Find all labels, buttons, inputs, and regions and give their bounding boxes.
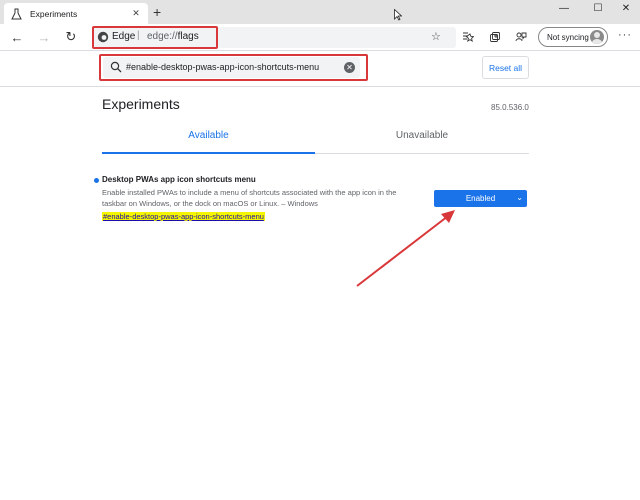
flag-state-value: Enabled: [465, 194, 496, 203]
feedback-icon[interactable]: [514, 30, 528, 44]
favorites-list-icon[interactable]: [461, 30, 475, 44]
more-menu-icon[interactable]: ···: [618, 29, 632, 41]
tab-close-icon[interactable]: ✕: [130, 8, 142, 19]
new-tab-button[interactable]: +: [153, 5, 161, 19]
flag-name: Desktop PWAs app icon shortcuts menu: [102, 175, 256, 184]
sync-label: Not syncing: [547, 32, 589, 42]
version-label: 85.0.536.0: [491, 103, 529, 112]
close-window-button[interactable]: ✕: [611, 3, 640, 14]
flask-icon: [10, 8, 22, 20]
tab-available[interactable]: Available: [102, 130, 315, 154]
reset-all-button[interactable]: Reset all: [482, 56, 529, 79]
back-arrow-icon[interactable]: ←: [8, 28, 26, 46]
flag-state-select[interactable]: Enabled ⌄: [434, 190, 527, 207]
tab-title: Experiments: [30, 8, 78, 19]
mouse-cursor-icon: [394, 9, 402, 21]
sync-button[interactable]: Not syncing: [538, 27, 608, 47]
forward-arrow-icon[interactable]: →: [35, 28, 53, 46]
profile-avatar-icon: [590, 30, 604, 44]
flag-modified-dot: [94, 178, 99, 183]
favorite-star-icon[interactable]: ☆: [431, 30, 441, 43]
collections-icon[interactable]: [488, 30, 502, 44]
search-annotation-box: [99, 54, 368, 81]
refresh-icon[interactable]: ↻: [62, 28, 80, 46]
browser-tab-experiments[interactable]: Experiments ✕: [4, 3, 148, 24]
chevron-down-icon: ⌄: [516, 193, 523, 202]
flag-description: Enable installed PWAs to include a menu …: [102, 188, 397, 208]
page-title: Experiments: [102, 96, 180, 112]
flags-search-header: #enable-desktop-pwas-app-icon-shortcuts-…: [0, 51, 640, 87]
minimize-button[interactable]: —: [549, 3, 579, 14]
address-annotation-box: [92, 26, 218, 49]
flag-link[interactable]: #enable-desktop-pwas-app-icon-shortcuts-…: [102, 212, 265, 221]
tab-unavailable[interactable]: Unavailable: [315, 130, 529, 154]
maximize-button[interactable]: ☐: [583, 3, 613, 14]
tab-strip: Experiments ✕ + — ☐ ✕: [0, 0, 640, 24]
browser-toolbar: ← → ↻ Edge | edge://flags ☆ Not syncing …: [0, 24, 640, 51]
